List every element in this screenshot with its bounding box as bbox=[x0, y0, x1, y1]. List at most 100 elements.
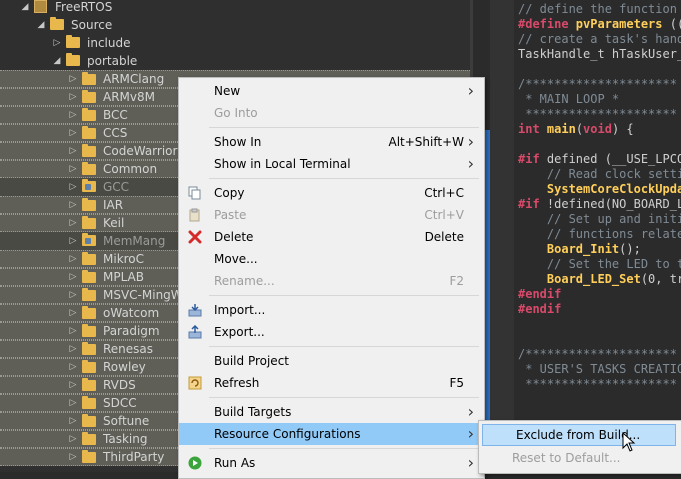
collapsed-arrow-icon[interactable]: ▷ bbox=[68, 359, 78, 375]
menu-item-rename[interactable]: Rename...F2 bbox=[179, 270, 484, 292]
collapsed-arrow-icon[interactable]: ▷ bbox=[68, 161, 78, 177]
collapsed-arrow-icon[interactable]: ▷ bbox=[68, 269, 78, 285]
code-line[interactable]: // Set up and initi bbox=[518, 212, 681, 227]
menu-item-refresh[interactable]: RefreshF5 bbox=[179, 372, 484, 394]
code-line[interactable]: #if defined (__USE_LPCO bbox=[518, 152, 681, 167]
tree-item-label: CCS bbox=[103, 125, 127, 141]
collapsed-arrow-icon[interactable]: ▷ bbox=[68, 377, 78, 393]
submenu-item-exclude-from-build[interactable]: Exclude from Build... bbox=[482, 424, 676, 446]
code-line[interactable]: // create a task's hand bbox=[518, 32, 681, 47]
collapsed-arrow-icon[interactable]: ▷ bbox=[68, 431, 78, 447]
folder-icon bbox=[66, 55, 80, 66]
menu-item-run-as[interactable]: Run As› bbox=[179, 452, 484, 474]
export-icon bbox=[188, 325, 202, 339]
resource-configurations-submenu: Exclude from Build...Reset to Default... bbox=[478, 420, 681, 474]
collapsed-arrow-icon[interactable]: ▷ bbox=[68, 305, 78, 321]
code-token: pvParameters bbox=[576, 17, 663, 31]
code-line[interactable]: #define pvParameters (( bbox=[518, 17, 681, 32]
code-line[interactable]: TaskHandle_t hTaskUser_ bbox=[518, 47, 681, 62]
code-line[interactable]: // functions relate bbox=[518, 227, 681, 242]
tree-item-include[interactable]: ▷include bbox=[0, 34, 470, 52]
code-line[interactable]: #endif bbox=[518, 287, 561, 302]
tree-item-label: MemMang bbox=[103, 232, 165, 250]
collapsed-arrow-icon[interactable]: ▷ bbox=[68, 323, 78, 339]
collapsed-arrow-icon[interactable]: ▷ bbox=[52, 34, 62, 52]
code-line[interactable]: * MAIN LOOP * bbox=[518, 92, 619, 107]
expanded-arrow-icon[interactable]: ◢ bbox=[20, 0, 30, 16]
menu-item-label: Show In bbox=[214, 131, 261, 153]
import-icon bbox=[188, 303, 202, 317]
code-line[interactable]: #if !defined(NO_BOARD_L bbox=[518, 197, 681, 212]
menu-item-show-in[interactable]: Show InAlt+Shift+W› bbox=[179, 131, 484, 153]
code-line[interactable]: Board_LED_Set(0, tr bbox=[518, 272, 681, 287]
folder-icon bbox=[82, 380, 96, 391]
collapsed-arrow-icon[interactable]: ▷ bbox=[68, 197, 78, 213]
code-line[interactable]: /********************* bbox=[518, 347, 677, 362]
collapsed-arrow-icon[interactable]: ▷ bbox=[68, 341, 78, 357]
code-token: #if bbox=[518, 197, 547, 211]
menu-item-show-in-local-terminal[interactable]: Show in Local Terminal› bbox=[179, 153, 484, 175]
submenu-arrow-icon: › bbox=[468, 80, 474, 102]
menu-item-label: Import... bbox=[214, 299, 265, 321]
code-token: #if bbox=[518, 152, 547, 166]
collapsed-arrow-icon[interactable]: ▷ bbox=[68, 143, 78, 159]
code-line[interactable]: * USER'S TASKS CREATION bbox=[518, 362, 681, 377]
code-line[interactable]: int main(void) { bbox=[518, 122, 634, 137]
collapsed-arrow-icon[interactable]: ▷ bbox=[68, 413, 78, 429]
code-editor[interactable]: // define the function #define pvParamet… bbox=[490, 0, 681, 472]
code-line[interactable]: // Set the LED to t bbox=[518, 257, 681, 272]
menu-item-copy[interactable]: CopyCtrl+C bbox=[179, 182, 484, 204]
expanded-arrow-icon[interactable]: ◢ bbox=[36, 16, 46, 34]
code-token: !defined(NO_BOARD_L bbox=[547, 197, 681, 211]
folder-icon bbox=[82, 434, 96, 445]
collapsed-arrow-icon[interactable]: ▷ bbox=[68, 251, 78, 267]
collapsed-arrow-icon[interactable]: ▷ bbox=[68, 232, 78, 250]
submenu-arrow-icon: › bbox=[468, 423, 474, 445]
code-line[interactable]: SystemCoreClockUpda bbox=[518, 182, 681, 197]
collapsed-arrow-icon[interactable]: ▷ bbox=[68, 71, 78, 87]
project-icon bbox=[34, 0, 47, 13]
code-line[interactable]: #endif bbox=[518, 302, 561, 317]
submenu-item-label: Reset to Default... bbox=[512, 447, 621, 469]
collapsed-arrow-icon[interactable]: ▷ bbox=[68, 107, 78, 123]
code-token: /********************* bbox=[518, 347, 677, 361]
code-token: // define the function bbox=[518, 2, 681, 16]
collapsed-arrow-icon[interactable]: ▷ bbox=[68, 215, 78, 231]
tree-item-source[interactable]: ◢Source bbox=[0, 16, 470, 34]
submenu-arrow-icon: › bbox=[468, 452, 474, 474]
menu-item-shortcut: F2 bbox=[449, 270, 464, 292]
collapsed-arrow-icon[interactable]: ▷ bbox=[68, 125, 78, 141]
menu-item-resource-configurations[interactable]: Resource Configurations› bbox=[179, 423, 484, 445]
collapsed-arrow-icon[interactable]: ▷ bbox=[68, 178, 78, 196]
folder-icon bbox=[82, 218, 96, 229]
menu-item-move[interactable]: Move... bbox=[179, 248, 484, 270]
tree-item-label: Tasking bbox=[103, 431, 147, 447]
code-line[interactable]: // define the function bbox=[518, 2, 681, 17]
menu-item-build-project[interactable]: Build Project bbox=[179, 350, 484, 372]
menu-item-delete[interactable]: DeleteDelete bbox=[179, 226, 484, 248]
code-line[interactable]: // Read clock setti bbox=[518, 167, 681, 182]
menu-item-build-targets[interactable]: Build Targets› bbox=[179, 401, 484, 423]
code-line[interactable]: ********************* bbox=[518, 107, 677, 122]
code-line[interactable]: /********************* bbox=[518, 77, 677, 92]
folder-icon bbox=[82, 416, 96, 427]
collapsed-arrow-icon[interactable]: ▷ bbox=[68, 287, 78, 303]
tree-item-portable[interactable]: ◢portable bbox=[0, 52, 470, 70]
collapsed-arrow-icon[interactable]: ▷ bbox=[68, 395, 78, 411]
menu-separator bbox=[209, 295, 479, 296]
code-line[interactable]: ********************* bbox=[518, 377, 677, 392]
expanded-arrow-icon[interactable]: ◢ bbox=[52, 52, 62, 70]
code-line[interactable]: Board_Init(); bbox=[518, 242, 641, 257]
menu-item-new[interactable]: New› bbox=[179, 80, 484, 102]
menu-item-export[interactable]: Export... bbox=[179, 321, 484, 343]
menu-item-import[interactable]: Import... bbox=[179, 299, 484, 321]
code-token: (0, tr bbox=[641, 272, 681, 286]
collapsed-arrow-icon[interactable]: ▷ bbox=[68, 89, 78, 105]
folder-icon bbox=[82, 272, 96, 283]
folder-icon bbox=[82, 452, 96, 463]
menu-item-go-into[interactable]: Go Into bbox=[179, 102, 484, 124]
collapsed-arrow-icon[interactable]: ▷ bbox=[68, 449, 78, 465]
menu-item-paste[interactable]: PasteCtrl+V bbox=[179, 204, 484, 226]
submenu-item-reset-to-default[interactable]: Reset to Default... bbox=[479, 447, 681, 469]
tree-item-freertos[interactable]: ◢FreeRTOS bbox=[0, 0, 470, 16]
